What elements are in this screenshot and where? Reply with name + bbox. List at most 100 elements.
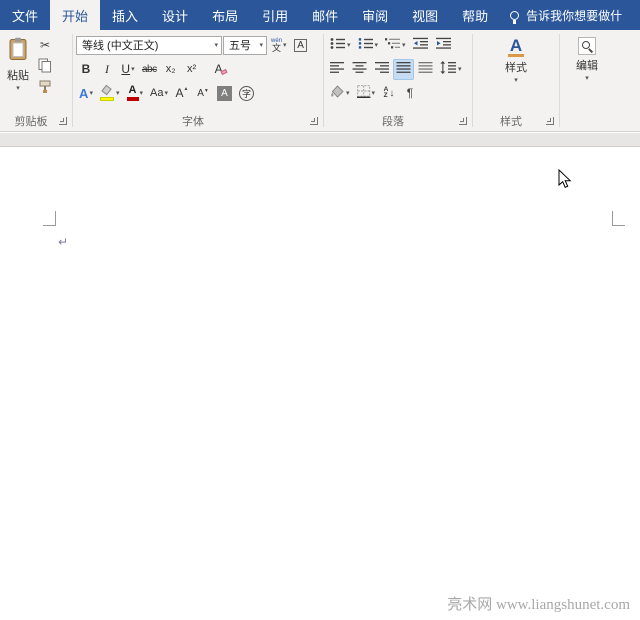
shrink-font-button[interactable]: A — [193, 83, 213, 104]
text-effects-icon: A — [79, 85, 89, 101]
tab-file[interactable]: 文件 — [0, 0, 50, 30]
multilevel-list-button[interactable] — [382, 35, 409, 56]
tab-references[interactable]: 引用 — [250, 0, 300, 30]
font-size-select[interactable]: 五号 — [223, 35, 267, 55]
font-name-select[interactable]: 等线 (中文正文) — [76, 35, 222, 55]
numbering-caret-icon — [375, 42, 379, 49]
editing-group: 编辑 — [560, 30, 614, 131]
grow-font-button[interactable]: A — [172, 83, 192, 104]
tab-view[interactable]: 视图 — [400, 0, 450, 30]
decrease-indent-button[interactable] — [410, 35, 432, 56]
show-hide-marks-button[interactable]: ¶ — [400, 83, 420, 104]
numbering-button[interactable] — [355, 35, 382, 56]
underline-button[interactable]: U — [118, 59, 138, 80]
shading-button[interactable] — [327, 83, 353, 104]
pilcrow-icon: ¶ — [406, 86, 414, 100]
tab-mailings[interactable]: 邮件 — [300, 0, 350, 30]
justify-icon — [396, 61, 411, 77]
distribute-button[interactable] — [415, 59, 436, 80]
italic-icon: I — [105, 61, 109, 76]
document-area[interactable]: ↵ 亮术网 www.liangshunet.com — [0, 133, 640, 620]
tell-me-box[interactable]: 告诉我你想要做什 — [500, 0, 628, 30]
bullets-caret-icon — [347, 42, 351, 49]
font-dialog-launcher-icon[interactable] — [310, 117, 318, 125]
cut-button[interactable]: ✂ — [35, 34, 55, 55]
down-arrow-icon — [389, 87, 394, 99]
sort-icon: A Z — [384, 86, 395, 100]
styles-button[interactable]: A 样式 — [476, 34, 556, 84]
enclose-characters-icon: 字 — [239, 85, 255, 101]
justify-button[interactable] — [393, 58, 414, 80]
align-right-button[interactable] — [371, 59, 392, 80]
styles-dialog-launcher-icon[interactable] — [546, 117, 554, 125]
change-case-caret-icon — [165, 90, 169, 97]
highlight-caret-icon — [116, 90, 120, 97]
tab-review[interactable]: 审阅 — [350, 0, 400, 30]
styles-group: A 样式 样式 — [473, 30, 559, 131]
multilevel-caret-icon — [402, 42, 406, 49]
editing-button[interactable]: 编辑 — [563, 34, 611, 82]
align-center-button[interactable] — [349, 59, 370, 80]
increase-indent-icon — [435, 37, 452, 53]
borders-button[interactable] — [354, 83, 379, 104]
enclose-characters-button[interactable]: 字 — [236, 83, 257, 104]
sort-button[interactable]: A Z — [379, 83, 399, 104]
increase-indent-button[interactable] — [433, 35, 455, 56]
clipboard-group-label: 剪贴板 — [14, 115, 48, 128]
character-border-button[interactable]: A — [291, 35, 311, 56]
italic-button[interactable]: I — [97, 59, 117, 80]
font-group: 等线 (中文正文) 五号 wén 文 — [73, 30, 323, 131]
format-painter-button[interactable] — [35, 78, 55, 99]
character-border-icon: A — [294, 38, 307, 52]
copy-button[interactable] — [35, 56, 55, 77]
paste-button[interactable]: 粘贴 — [3, 34, 33, 99]
clipboard-dialog-launcher-icon[interactable] — [59, 117, 67, 125]
numbering-icon — [358, 37, 374, 53]
paragraph-end-mark: ↵ — [58, 235, 69, 249]
scissors-icon: ✂ — [39, 37, 51, 52]
styles-group-label: 样式 — [500, 115, 522, 128]
phonetic-guide-button[interactable]: wén 文 — [268, 35, 290, 56]
phonetic-guide-icon: wén 文 — [271, 37, 283, 53]
clipboard-group: 粘贴 ✂ — [0, 30, 72, 131]
font-group-label: 字体 — [182, 115, 204, 128]
strikethrough-button[interactable]: abc — [139, 59, 160, 80]
borders-icon — [356, 85, 371, 101]
decrease-indent-icon — [412, 37, 429, 53]
paste-label: 粘贴 — [7, 70, 29, 82]
ribbon: 粘贴 ✂ — [0, 30, 640, 132]
clear-formatting-button[interactable]: A — [211, 59, 231, 80]
tab-design[interactable]: 设计 — [150, 0, 200, 30]
clear-formatting-icon: A — [215, 62, 228, 76]
distribute-icon — [418, 61, 433, 77]
shrink-font-icon: A — [197, 88, 209, 99]
align-left-button[interactable] — [327, 59, 348, 80]
paste-caret-icon — [16, 85, 20, 92]
bold-button[interactable]: B — [76, 59, 96, 80]
styles-button-label: 样式 — [505, 62, 527, 74]
clipboard-icon — [7, 37, 29, 65]
tab-home[interactable]: 开始 — [50, 0, 101, 30]
subscript-button[interactable]: x₂ — [161, 59, 181, 80]
tab-help[interactable]: 帮助 — [450, 0, 500, 30]
lightbulb-icon — [510, 10, 520, 24]
editing-caret-icon — [585, 75, 589, 82]
bullets-icon — [330, 37, 346, 53]
superscript-button[interactable]: x² — [182, 59, 202, 80]
superscript-icon: x² — [187, 63, 197, 75]
shading-bucket-icon — [330, 85, 345, 101]
font-color-button[interactable]: A — [124, 83, 147, 104]
bold-icon: B — [81, 62, 91, 76]
font-color-icon: A — [126, 85, 139, 101]
highlight-color-button[interactable] — [97, 83, 123, 104]
tab-insert[interactable]: 插入 — [100, 0, 150, 30]
bullets-button[interactable] — [327, 35, 354, 56]
change-case-button[interactable]: Aa — [147, 83, 171, 104]
text-effects-button[interactable]: A — [76, 83, 96, 104]
format-painter-icon — [38, 80, 52, 97]
character-shading-button[interactable]: A — [214, 83, 235, 104]
tab-layout[interactable]: 布局 — [200, 0, 250, 30]
line-spacing-button[interactable] — [437, 59, 465, 80]
line-spacing-icon — [440, 61, 457, 77]
paragraph-dialog-launcher-icon[interactable] — [459, 117, 467, 125]
